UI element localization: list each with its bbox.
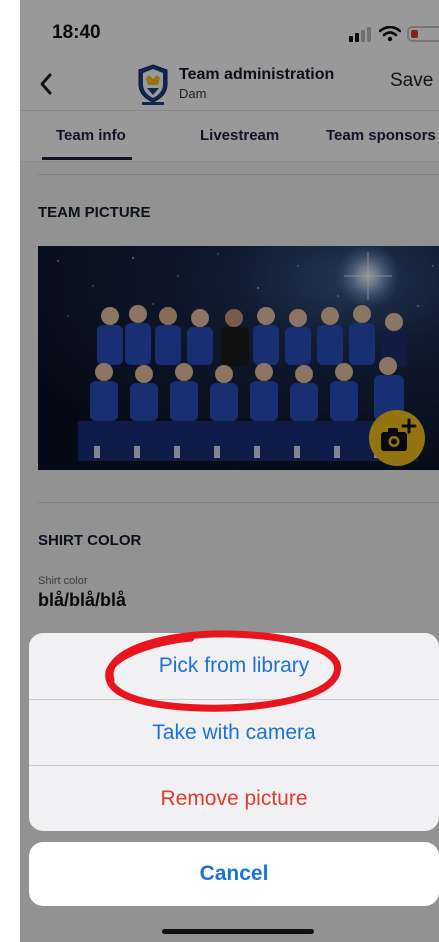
home-indicator [162,929,314,934]
take-with-camera-button[interactable]: Take with camera [29,700,439,766]
phone-screen: 18:40 Team administration Dam Save Team … [20,0,439,942]
cancel-button[interactable]: Cancel [29,842,439,906]
action-sheet: Pick from library Take with camera Remov… [29,633,439,831]
remove-picture-button[interactable]: Remove picture [29,766,439,831]
pick-from-library-button[interactable]: Pick from library [29,633,439,699]
